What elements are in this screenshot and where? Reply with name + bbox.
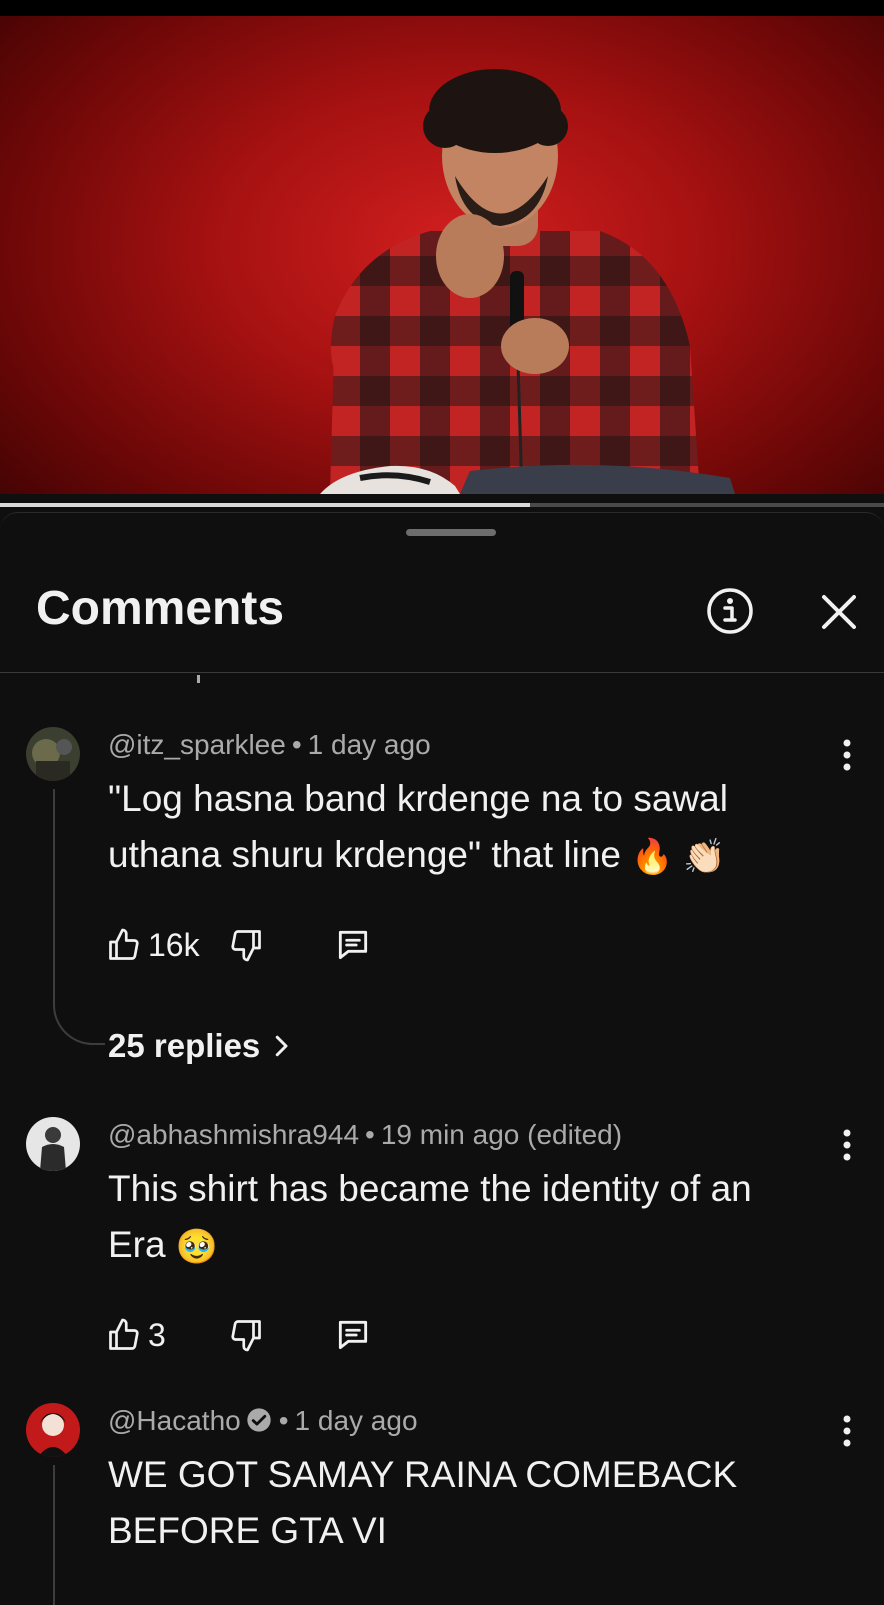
- reply-button[interactable]: [334, 1313, 372, 1357]
- close-icon[interactable]: [816, 589, 862, 635]
- drag-handle[interactable]: [406, 529, 496, 536]
- avatar[interactable]: [26, 1403, 80, 1457]
- comment-text: WE GOT SAMAY RAINA COMEBACK BEFORE GTA V…: [108, 1447, 828, 1559]
- thread-line: [53, 789, 105, 1045]
- thumbs-up-icon: [109, 1318, 139, 1350]
- comment-meta: @itz_sparklee • 1 day ago: [108, 729, 431, 761]
- status-bar-strip: [0, 0, 884, 16]
- avatar[interactable]: [26, 727, 80, 781]
- comment-text-line-2: uthana shuru krdenge" that line: [108, 834, 621, 875]
- meta-separator: •: [365, 1119, 375, 1150]
- thumbs-up-icon: [109, 928, 139, 960]
- comment-text-line-2: Era: [108, 1224, 166, 1265]
- video-progress-fill: [0, 503, 531, 507]
- fire-clap-emoji: 🔥 👏🏻: [631, 838, 726, 877]
- view-replies-button[interactable]: 25 replies: [108, 1027, 296, 1065]
- video-player[interactable]: [0, 16, 884, 494]
- like-button[interactable]: 16k: [106, 923, 200, 967]
- avatar[interactable]: [26, 1117, 80, 1171]
- more-options-icon[interactable]: [832, 1125, 862, 1165]
- thread-line: [53, 1465, 55, 1605]
- reply-button[interactable]: [334, 923, 372, 967]
- video-frame-illustration: [320, 69, 735, 494]
- comment-author[interactable]: @Hacatho: [108, 1405, 241, 1436]
- dislike-button[interactable]: [228, 923, 264, 967]
- comment-text-line: "Log hasna band krdenge na to sawal: [108, 778, 728, 819]
- more-options-icon[interactable]: [832, 735, 862, 775]
- header-divider: [0, 672, 884, 673]
- comment-text-line: This shirt has became the identity of an: [108, 1168, 752, 1209]
- video-progress-bar[interactable]: [0, 503, 884, 507]
- comment-meta: @abhashmishra944 • 19 min ago (edited): [108, 1119, 622, 1151]
- reply-icon: [338, 1320, 368, 1350]
- pleading-face-emoji: 🥹: [175, 1228, 219, 1267]
- replies-count: 25 replies: [108, 1027, 261, 1064]
- comment-author[interactable]: @abhashmishra944: [108, 1119, 359, 1150]
- chevron-right-icon: [276, 1035, 288, 1057]
- dislike-button[interactable]: [228, 1313, 264, 1357]
- comments-title: Comments: [36, 582, 285, 635]
- comment-text-line: uthana shuru krdenge" that line 🔥 👏🏻: [108, 827, 828, 885]
- meta-separator: •: [278, 1405, 289, 1436]
- comment-time: 1 day ago: [307, 729, 431, 760]
- more-options-icon[interactable]: [832, 1411, 862, 1451]
- thumbs-down-icon: [231, 1320, 261, 1352]
- thumbs-down-icon: [231, 930, 261, 962]
- comment-text-line: Era 🥹: [108, 1217, 828, 1275]
- comment-author[interactable]: @itz_sparklee: [108, 729, 286, 760]
- comments-sheet: Comments @itz_sparklee • 1 day ago "Log …: [0, 512, 884, 1605]
- comment-time: 19 min ago (edited): [380, 1119, 623, 1150]
- reply-icon: [338, 930, 368, 960]
- comment-text: This shirt has became the identity of an…: [108, 1161, 828, 1275]
- verified-badge-icon: [245, 1406, 273, 1434]
- comment-time: 1 day ago: [294, 1405, 418, 1436]
- comment-text: "Log hasna band krdenge na to sawal utha…: [108, 771, 828, 885]
- meta-separator: •: [291, 729, 302, 760]
- comment-meta: @Hacatho • 1 day ago: [108, 1405, 418, 1437]
- info-icon[interactable]: [706, 587, 754, 635]
- like-count: 16k: [148, 926, 200, 963]
- scrolled-content-edge: [197, 675, 200, 683]
- comment-text-line: BEFORE GTA VI: [108, 1510, 387, 1551]
- comment-text-line: WE GOT SAMAY RAINA COMEBACK: [108, 1454, 738, 1495]
- like-count: 3: [148, 1316, 166, 1353]
- like-button[interactable]: 3: [106, 1313, 166, 1357]
